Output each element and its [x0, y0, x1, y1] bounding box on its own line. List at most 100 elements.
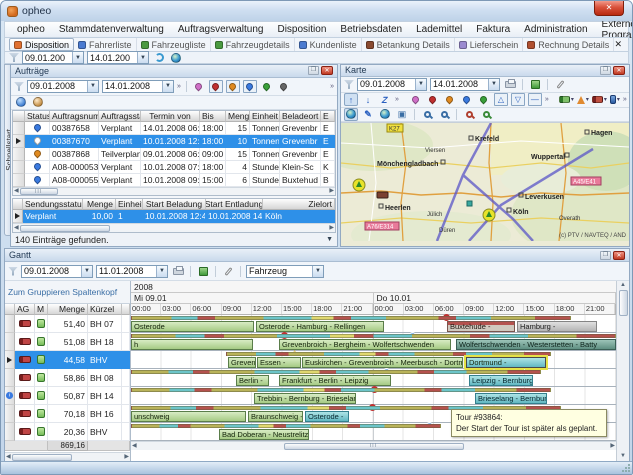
show-trucks-red-button[interactable]: ▾: [592, 96, 607, 103]
karte-date-to[interactable]: 14.01.2008▼: [430, 78, 500, 91]
menu-item-betriebsdaten[interactable]: Betriebsdaten: [334, 24, 408, 35]
column-header[interactable]: Termin von: [141, 111, 200, 122]
chart-vscrollbar[interactable]: ▲ ▼: [616, 281, 629, 461]
scroll-thumb[interactable]: [12, 454, 72, 461]
karte-date-from[interactable]: 09.01.2008▼: [357, 78, 427, 91]
export-button[interactable]: [528, 78, 542, 91]
global-date-to[interactable]: 14.01.200▼: [87, 51, 149, 64]
column-header[interactable]: Bis: [200, 111, 226, 122]
row-selector[interactable]: [13, 122, 25, 135]
chevron-down-icon[interactable]: ▼: [72, 52, 83, 63]
row-selector[interactable]: [13, 210, 23, 223]
auftraege-title-bar[interactable]: Aufträge ❐✕: [11, 65, 337, 78]
gantt-date-to[interactable]: 11.01.2008▼: [96, 265, 168, 278]
row-selector[interactable]: [5, 405, 15, 423]
table-row[interactable]: A08-000055 Verplant 10.01.2008 09:00 15:…: [13, 174, 335, 187]
column-header[interactable]: Auftragsstat: [99, 111, 141, 122]
pin-filter-green-button[interactable]: [260, 80, 274, 93]
row-selector[interactable]: [13, 148, 25, 161]
gantt-tour-bar[interactable]: unschweig: [131, 411, 246, 422]
column-header[interactable]: Menge: [226, 111, 250, 122]
global-date-from[interactable]: 09.01.200▼: [22, 51, 84, 64]
resource-row[interactable]: i 50,87 BH 14: [5, 387, 130, 405]
column-header[interactable]: Start Beladung: [143, 199, 206, 210]
row-selector[interactable]: [5, 369, 15, 387]
column-header[interactable]: [122, 304, 130, 315]
scroll-up-icon[interactable]: ▲: [620, 282, 626, 289]
scroll-right-icon[interactable]: ▶: [124, 454, 129, 461]
column-header[interactable]: M: [35, 304, 48, 315]
table-row-selected[interactable]: Verplant 10,00 1 10.01.2008 12:45 10.01.…: [13, 210, 335, 223]
column-header[interactable]: Menge: [48, 304, 88, 315]
tab-fahrzeugdetails[interactable]: Fahrzeugdetails: [211, 38, 295, 51]
pan-up-button[interactable]: ↑: [344, 93, 358, 106]
group-mode-select[interactable]: Fahrzeug▼: [246, 265, 324, 278]
chevron-down-icon[interactable]: ▼: [312, 266, 323, 277]
resource-hscrollbar[interactable]: ◀ ▶: [5, 452, 130, 461]
line-button[interactable]: —: [528, 93, 542, 106]
chevron-down-icon[interactable]: ▼: [137, 52, 148, 63]
menu-item-auftragsverwaltung[interactable]: Auftragsverwaltung: [172, 24, 270, 35]
scroll-thumb[interactable]: [619, 290, 628, 316]
tab-lieferschein[interactable]: Lieferschein: [455, 38, 524, 51]
gantt-tour-bar[interactable]: Grevenbroich - Bergheim - Wolfertschwend…: [279, 339, 451, 350]
column-header[interactable]: Zielort: [263, 199, 335, 210]
row-selector[interactable]: [5, 315, 15, 333]
shipments-hscrollbar[interactable]: ◀ ▶: [13, 223, 335, 232]
toolbar-overflow-icon[interactable]: »: [545, 96, 549, 103]
triangle-up-button[interactable]: △: [494, 93, 508, 106]
restore-icon[interactable]: ❐: [600, 66, 611, 75]
scroll-left-icon[interactable]: ◀: [14, 225, 19, 232]
karte-title-bar[interactable]: Karte ❐✕: [341, 65, 629, 77]
pin-filter-red-button[interactable]: [209, 80, 223, 93]
gantt-tour-bar[interactable]: Frankfurt - Berlin - Leipzig: [279, 375, 391, 386]
chevron-down-icon[interactable]: ▼: [326, 236, 333, 243]
scroll-down-icon[interactable]: ▼: [620, 453, 626, 460]
scroll-thumb[interactable]: [20, 225, 110, 232]
chevron-down-icon[interactable]: ▼: [81, 266, 92, 277]
pan-down-button[interactable]: ↓: [361, 93, 375, 106]
gantt-row[interactable]: hGrevenbroich - Bergheim - Wolfertschwen…: [131, 333, 616, 351]
gantt-tour-bar[interactable]: Leipzig - Bernburg -: [469, 375, 533, 386]
scroll-right-icon[interactable]: ▶: [610, 443, 615, 450]
restore-icon[interactable]: ❐: [600, 251, 611, 260]
show-fuel-button[interactable]: ▾: [610, 95, 620, 104]
tab-fahrerliste[interactable]: Fahrerliste: [74, 38, 137, 51]
column-header[interactable]: Start Entladung: [206, 199, 263, 210]
gantt-row[interactable]: Trebbin - Bernburg - BrieselangBrieselan…: [131, 387, 616, 405]
fit-extent-button[interactable]: ▣: [395, 108, 409, 121]
export-button[interactable]: [196, 265, 210, 278]
gantt-row[interactable]: OsterodeOsterode - Hamburg - RellingenBu…: [131, 315, 616, 333]
row-selector[interactable]: [5, 351, 15, 369]
gantt-tour-bar[interactable]: Osterode - Hamburg - Rellingen: [256, 321, 384, 332]
attach-button[interactable]: [221, 265, 235, 278]
title-bar[interactable]: opheo ✕: [1, 1, 632, 21]
scroll-left-icon[interactable]: ◀: [132, 443, 137, 450]
scroll-thumb[interactable]: III: [284, 443, 464, 450]
resource-row-selected[interactable]: 44,58 BHV: [5, 351, 130, 369]
toolbar-overflow-icon[interactable]: »: [330, 83, 334, 90]
pin-blue-button[interactable]: [460, 93, 474, 106]
pin-filter-blue-button[interactable]: [243, 80, 257, 93]
zoom-in-button[interactable]: [437, 108, 451, 121]
zoom-out-button[interactable]: [420, 108, 434, 121]
gantt-tour-bar[interactable]: Wolfertschwenden - Westerstetten - Batty: [456, 339, 616, 350]
chevron-down-icon[interactable]: ▼: [415, 79, 426, 90]
triangle-down-button[interactable]: ▽: [511, 93, 525, 106]
resource-row[interactable]: 20,36 BHV: [5, 423, 130, 441]
gantt-title-bar[interactable]: Gantt ❐✕: [5, 249, 629, 262]
gantt-row[interactable]: Berlin -Frankfurt - Berlin - LeipzigLeip…: [131, 369, 616, 387]
gantt-tour-bar[interactable]: Dortmund -: [466, 357, 546, 368]
gantt-tour-bar[interactable]: Essen -: [257, 357, 301, 368]
restore-icon[interactable]: ❐: [308, 66, 319, 75]
row-selector[interactable]: [13, 174, 25, 187]
tab-kundenliste[interactable]: Kundenliste: [295, 38, 362, 51]
row-selector[interactable]: [5, 333, 15, 351]
gantt-tour-bar[interactable]: Osterode: [131, 321, 254, 332]
gantt-date-from[interactable]: 09.01.2008▼: [21, 265, 93, 278]
route-button[interactable]: Z: [378, 93, 392, 106]
resource-row[interactable]: 70,18 BH 16: [5, 405, 130, 423]
refresh-button[interactable]: [152, 51, 166, 64]
draw-route-button[interactable]: ✎: [361, 108, 375, 121]
resource-row[interactable]: 58,86 BH 08: [5, 369, 130, 387]
